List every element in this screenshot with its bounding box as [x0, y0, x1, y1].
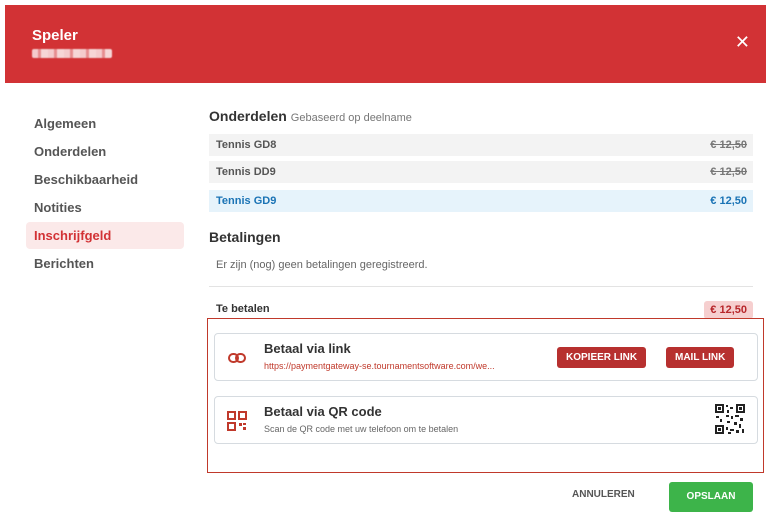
main-content: Onderdelen Gebaseerd op deelname Tennis G… — [209, 108, 753, 319]
mail-link-button[interactable]: MAIL LINK — [666, 347, 735, 368]
payment-options-box: Betaal via link https://paymentgateway-s… — [207, 318, 764, 473]
close-icon[interactable]: ✕ — [735, 32, 750, 52]
sidebar-item-beschikbaarheid[interactable]: Beschikbaarheid — [26, 166, 184, 193]
pay-link-title: Betaal via link — [264, 341, 351, 356]
dialog-header: Speler ✕ — [5, 5, 766, 83]
player-name-blurred — [32, 49, 112, 58]
cancel-button[interactable]: ANNULEREN — [572, 489, 635, 500]
product-row-active: Tennis GD9 € 12,50 — [209, 190, 753, 212]
dialog-title: Speler — [32, 27, 78, 44]
sidebar-item-algemeen[interactable]: Algemeen — [26, 110, 184, 137]
onderdelen-subtitle: Gebaseerd op deelname — [290, 112, 412, 124]
sidebar-item-inschrijfgeld[interactable]: Inschrijfgeld — [26, 222, 184, 249]
copy-link-button[interactable]: KOPIEER LINK — [557, 347, 647, 368]
link-icon — [228, 353, 246, 363]
qr-code-image — [714, 403, 746, 435]
save-button[interactable]: OPSLAAN — [669, 482, 753, 512]
pay-qr-subtitle: Scan de QR code met uw telefoon om te be… — [264, 424, 459, 434]
qr-icon — [227, 411, 247, 431]
product-price: € 12,50 — [710, 195, 747, 207]
sidebar-item-berichten[interactable]: Berichten — [26, 250, 184, 277]
sidebar-item-notities[interactable]: Notities — [26, 194, 184, 221]
betalingen-title: Betalingen — [209, 229, 281, 245]
product-row: Tennis GD8 € 12,50 — [209, 134, 753, 156]
product-price: € 12,50 — [710, 166, 747, 178]
pay-qr-card: Betaal via QR code Scan de QR code met u… — [214, 396, 758, 444]
betalingen-empty-text: Er zijn (nog) geen betalingen geregistre… — [216, 259, 428, 271]
to-pay-amount-badge: € 12,50 — [704, 301, 753, 319]
to-pay-label: Te betalen — [216, 303, 270, 315]
product-price: € 12,50 — [710, 139, 747, 151]
sidebar-nav: Algemeen Onderdelen Beschikbaarheid Noti… — [26, 110, 184, 278]
product-name: Tennis DD9 — [216, 166, 276, 178]
product-row: Tennis DD9 € 12,50 — [209, 161, 753, 183]
onderdelen-title: Onderdelen — [209, 108, 287, 124]
product-name: Tennis GD9 — [216, 195, 277, 207]
pay-qr-title: Betaal via QR code — [264, 404, 382, 419]
onderdelen-heading: Onderdelen Gebaseerd op deelname — [209, 108, 753, 126]
pay-link-url[interactable]: https://paymentgateway-se.tournamentsoft… — [264, 361, 495, 371]
sidebar-item-onderdelen[interactable]: Onderdelen — [26, 138, 184, 165]
product-name: Tennis GD8 — [216, 139, 277, 151]
pay-link-card: Betaal via link https://paymentgateway-s… — [214, 333, 758, 381]
divider — [209, 286, 753, 287]
